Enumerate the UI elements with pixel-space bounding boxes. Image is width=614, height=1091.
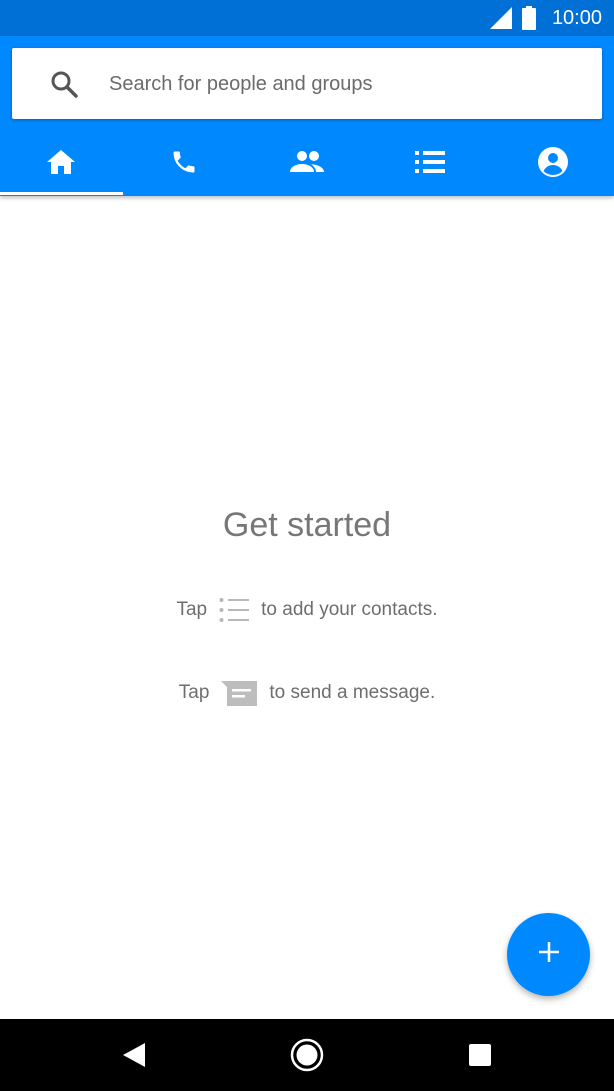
new-conversation-button[interactable]: [507, 913, 590, 996]
search-icon[interactable]: [50, 70, 78, 103]
hint-suffix: to send a message.: [269, 682, 436, 703]
cell-signal-icon: [490, 7, 512, 34]
app-bar: [0, 36, 614, 196]
hint-prefix: Tap: [176, 599, 208, 620]
status-time: 10:00: [551, 7, 602, 29]
recents-icon[interactable]: [469, 1044, 491, 1071]
hint-prefix: Tap: [178, 682, 210, 703]
search-input[interactable]: [107, 64, 591, 104]
groups-icon: [289, 150, 325, 179]
tab-home[interactable]: [0, 132, 123, 196]
tab-selected-indicator: [0, 192, 123, 195]
account-circle-icon: [537, 146, 569, 183]
search-bar[interactable]: [12, 48, 602, 119]
tab-profile[interactable]: [491, 132, 614, 196]
empty-state: Get started Tap to add your contacts. Ta…: [0, 196, 614, 1019]
list-icon: [414, 150, 445, 179]
home-circle-icon[interactable]: [290, 1038, 324, 1077]
tab-bar: [0, 132, 614, 196]
list-icon: [219, 597, 250, 623]
battery-icon: [522, 6, 536, 35]
tab-groups[interactable]: [246, 132, 369, 196]
back-icon[interactable]: [123, 1043, 145, 1072]
hint-add-contacts: Tap to add your contacts.: [0, 594, 614, 626]
message-icon: [221, 679, 258, 707]
tab-calls[interactable]: [123, 132, 246, 196]
status-bar: 10:00: [0, 0, 614, 36]
hint-suffix: to add your contacts.: [261, 599, 438, 620]
home-icon: [46, 149, 76, 180]
tab-lists[interactable]: [368, 132, 491, 196]
empty-state-title: Get started: [222, 506, 392, 544]
system-nav-bar: [0, 1019, 614, 1091]
plus-icon: [537, 940, 561, 969]
phone-icon: [170, 148, 198, 181]
hint-send-message: Tap to send a message.: [0, 677, 614, 709]
